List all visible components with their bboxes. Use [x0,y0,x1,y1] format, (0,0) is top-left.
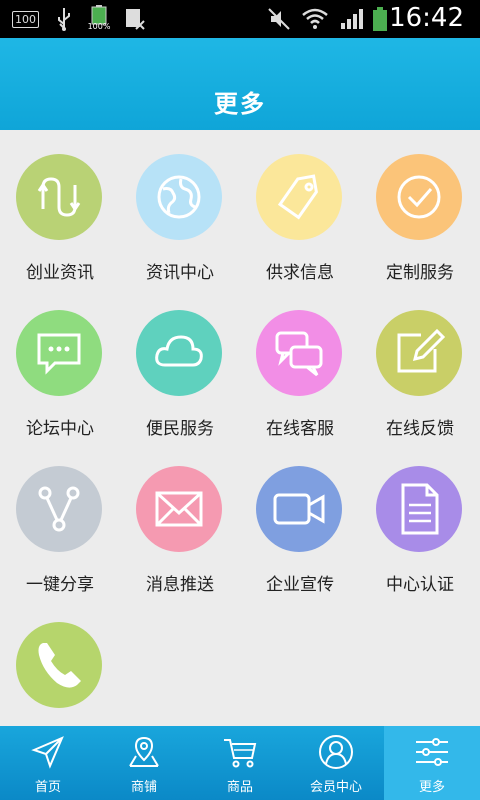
grid-item-label: 在线客服 [266,419,334,439]
globe-icon [136,154,222,240]
grid-item-label: 一键分享 [26,575,94,595]
cell-signal-icon [338,6,366,32]
grid-item-label: 便民服务 [146,419,214,439]
bottom-nav: 首页 商铺 商品 会员中心 更多 [0,726,480,800]
grid-item-label: 定制服务 [386,263,454,283]
cloud-icon [136,310,222,396]
app-header: 更多 [0,38,480,130]
nav-label: 更多 [418,780,445,795]
wifi-icon [300,6,330,32]
grid-item-online-support[interactable]: 在线客服 [240,286,360,439]
nav-label: 商品 [226,780,253,795]
document-status-icon [122,6,148,32]
page-title: 更多 [214,90,266,118]
nav-item-member-center[interactable]: 会员中心 [288,726,384,800]
envelope-icon [136,466,222,552]
grid-item-label: 消息推送 [146,575,214,595]
share-icon [16,466,102,552]
phone-icon [16,622,102,708]
nav-item-more[interactable]: 更多 [384,726,480,800]
grid-item-company-promo[interactable]: 企业宣传 [240,442,360,595]
grid-item-online-feedback[interactable]: 在线反馈 [360,286,480,439]
sliders-icon [416,738,448,766]
signal-100-icon: 100 [12,6,39,32]
tag-icon [256,154,342,240]
battery-small-icon: 100% [88,5,110,33]
chat-bubble-icon [16,310,102,396]
chat-bubbles-icon [256,310,342,396]
mute-icon [266,6,292,32]
grid-item-startup-news[interactable]: 创业资讯 [0,130,120,283]
grid-item-label: 资讯中心 [146,263,214,283]
video-icon [256,466,342,552]
grid-item-label: 供求信息 [266,263,334,283]
nav-item-shops[interactable]: 商铺 [96,726,192,800]
battery-icon [370,6,390,32]
user-icon [319,735,353,769]
edit-icon [376,310,462,396]
grid-item-forum-center[interactable]: 论坛中心 [0,286,120,439]
grid-item-message-push[interactable]: 消息推送 [120,442,240,595]
cart-icon [224,739,257,768]
grid-item-news-center[interactable]: 资讯中心 [120,130,240,283]
send-icon [31,736,64,769]
nav-item-products[interactable]: 商品 [192,726,288,800]
map-pin-icon [129,736,159,767]
nav-label: 会员中心 [309,780,362,795]
arrows-icon [16,154,102,240]
grid-item-label: 创业资讯 [26,263,94,283]
check-circle-icon [376,154,462,240]
grid-item-supply-demand[interactable]: 供求信息 [240,130,360,283]
nav-item-home[interactable]: 首页 [0,726,96,800]
grid-item-custom-service[interactable]: 定制服务 [360,130,480,283]
grid-item-center-certification[interactable]: 中心认证 [360,442,480,595]
grid-item-public-service[interactable]: 便民服务 [120,286,240,439]
grid-item-label: 中心认证 [386,575,454,595]
grid-item-label: 在线反馈 [386,419,454,439]
document-icon [376,466,462,552]
feature-grid: 创业资讯 资讯中心 供求信息 定制服务 论坛中心 便民服务 在线客服 在线反馈 … [0,130,480,726]
nav-label: 商铺 [130,780,157,795]
status-bar: 100 100% 16:42 [0,0,480,38]
grid-item-one-click-share[interactable]: 一键分享 [0,442,120,595]
clock: 16:42 [389,3,464,33]
nav-label: 首页 [34,780,61,795]
usb-icon [52,6,76,32]
grid-item-label: 论坛中心 [26,419,94,439]
grid-item-label: 企业宣传 [266,575,334,595]
